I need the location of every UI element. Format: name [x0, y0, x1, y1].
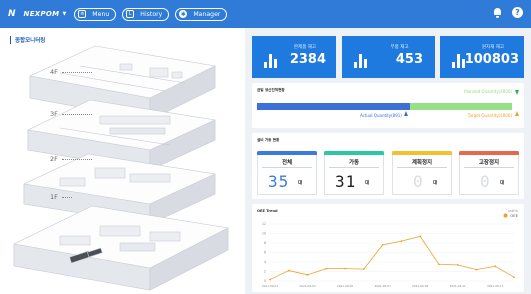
target-arrow-icon — [515, 111, 519, 116]
floor-1-slab — [13, 205, 229, 291]
x-tick-label: 2021-09-03 — [299, 284, 315, 288]
oee-data-point — [269, 278, 271, 281]
status-label: 가동 — [348, 160, 360, 166]
history-button-label: History — [140, 10, 163, 18]
floor-line-2f — [62, 159, 92, 160]
menu-button-label: Menu — [92, 10, 110, 18]
production-progress-bar — [257, 103, 512, 110]
gear-icon: ✱ — [179, 10, 188, 18]
y-tick-label: 0 — [264, 279, 266, 283]
x-tick-label: 2021-09-11 — [450, 284, 466, 288]
kpi-finished-goods[interactable]: 완제품 재고 2384 — [252, 36, 336, 78]
logo-mark: N — [8, 9, 16, 19]
status-color-bar — [459, 151, 519, 155]
kpi-raw-materials[interactable]: 원자재 재고 100803 — [440, 36, 524, 78]
floor-line-1f — [62, 197, 72, 198]
y-tick-label: 8 — [264, 241, 266, 245]
floor-line-3f — [62, 114, 92, 115]
floor-label-3f: 3F — [50, 110, 58, 118]
bar-chart-icon — [354, 54, 368, 68]
status-running[interactable]: 가동 31 대 — [324, 151, 384, 195]
planned-arrow-icon — [515, 90, 519, 95]
oee-data-point — [494, 265, 497, 268]
top-bar: N NEXPOM ▼ ≡ Menu L History ✱ Manager ? — [0, 0, 531, 28]
equipment-title: 설비 가동 현황 — [257, 138, 280, 142]
kpi-parts[interactable]: 부품 재고 453 — [342, 36, 435, 78]
menu-icon: ≡ — [78, 10, 87, 18]
status-planned-stop[interactable]: 계획정지 0 대 — [392, 151, 452, 195]
oee-data-point — [400, 240, 403, 242]
menu-button[interactable]: ≡ Menu — [74, 7, 117, 21]
oee-data-point — [456, 263, 459, 266]
actual-quantity-label: Actual Quantity(891) — [360, 113, 402, 118]
x-tick-label: 2021-09-01 — [262, 284, 278, 288]
status-color-bar — [324, 151, 384, 155]
kpi-value: 453 — [395, 52, 423, 67]
kpi-label: 원자재 재고 — [481, 45, 505, 50]
logo-text[interactable]: NEXPOM — [24, 10, 60, 18]
status-label: 계획정지 — [411, 160, 433, 166]
planned-quantity-label: Planned Quantity(1000) — [464, 89, 512, 94]
production-title: 금일 생산진척현황 — [257, 88, 285, 92]
status-count: 35 — [268, 172, 290, 191]
status-color-bar — [392, 151, 452, 155]
x-tick-label: 2021-09-09 — [412, 284, 428, 288]
oee-data-point — [344, 267, 346, 270]
kpi-label: 완제품 재고 — [293, 45, 317, 50]
help-icon[interactable]: ? — [512, 7, 523, 18]
oee-data-point — [362, 268, 365, 271]
x-tick-label: 2021-09-05 — [337, 284, 353, 288]
status-breakdown-stop[interactable]: 고장정지 0 대 — [459, 151, 519, 195]
y-tick-label: 4 — [264, 260, 266, 264]
y-tick-label: 6 — [264, 251, 266, 255]
status-unit: 대 — [500, 181, 505, 186]
floor-label-1f: 1F — [50, 193, 58, 201]
floor-line-4f — [62, 72, 92, 73]
target-quantity-label: Target Quantity(1000) — [467, 113, 512, 118]
status-unit: 대 — [365, 181, 370, 186]
oee-data-point — [513, 276, 515, 279]
kpi-value: 2384 — [289, 52, 326, 67]
status-label: 전체 — [281, 160, 293, 166]
chevron-down-icon[interactable]: ▼ — [62, 11, 66, 17]
status-count: 0 — [480, 172, 491, 191]
kpi-value: 100803 — [464, 52, 519, 67]
y-tick-label: 10 — [262, 232, 266, 236]
factory-isometric-illustration — [13, 45, 229, 291]
oee-data-point — [475, 268, 478, 271]
equipment-status-card: 설비 가동 현황 전체 35 대 가동 31 대 계획정지 0 대 고장정지 0… — [252, 133, 524, 199]
x-tick-label: 2021-09-13 — [487, 284, 503, 288]
oee-data-point — [287, 269, 290, 272]
floor-label-2f: 2F — [50, 155, 58, 163]
floor-label-4f: 4F — [50, 68, 58, 76]
history-icon: L — [126, 10, 135, 18]
status-count: 0 — [413, 172, 424, 191]
oee-data-point — [325, 267, 328, 270]
x-tick-label: 2021-09-07 — [374, 284, 390, 288]
manager-button-label: Manager — [193, 10, 221, 18]
oee-line-chart: 0 2 4 6 8 10 12 2021-09-01 2021-09-03 2021-09-05 2… — [262, 222, 515, 288]
factory-monitor-panel: 종합모니터링 4F 3F 2F 1F — [0, 28, 245, 294]
status-count: 31 — [335, 172, 357, 191]
history-button[interactable]: L History — [122, 7, 170, 21]
oee-data-point — [438, 263, 440, 266]
production-progress-card: 금일 생산진척현황 Planned Quantity(1000) Actual … — [252, 83, 524, 128]
status-unit: 대 — [298, 181, 303, 186]
bar-chart-icon — [264, 54, 278, 68]
y-tick-label: 12 — [262, 222, 266, 226]
oee-data-point — [381, 244, 384, 246]
oee-data-point — [419, 235, 422, 238]
kpi-label: 부품 재고 — [390, 45, 409, 50]
oee-trend-card: OEE Trend unit:% OEE 0 2 4 6 8 10 12 2021-09-01… — [252, 204, 524, 292]
actual-progress-fill — [257, 103, 410, 110]
status-total[interactable]: 전체 35 대 — [257, 151, 317, 195]
bell-icon[interactable] — [493, 7, 502, 18]
oee-data-point — [306, 273, 309, 276]
status-color-bar — [257, 151, 317, 155]
manager-button[interactable]: ✱ Manager — [175, 7, 228, 21]
y-tick-label: 2 — [264, 270, 266, 274]
status-unit: 대 — [433, 181, 438, 186]
status-label: 고장정지 — [478, 160, 500, 166]
actual-arrow-icon — [404, 111, 408, 116]
